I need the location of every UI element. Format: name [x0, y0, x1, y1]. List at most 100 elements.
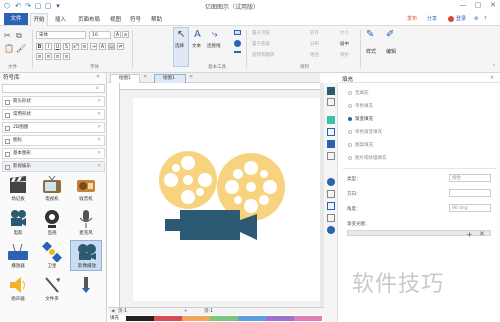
copy-icon[interactable]: ⧉ — [16, 31, 22, 41]
bold-icon[interactable]: B — [36, 43, 43, 50]
help-icon[interactable]: ? — [484, 14, 487, 24]
fill-option-solid[interactable]: 单色填充 — [348, 103, 373, 109]
font-name-select[interactable]: 宋体 — [36, 31, 86, 39]
image-panel-icon[interactable] — [327, 128, 335, 136]
fill-option-pattern[interactable]: 图案填充 — [348, 142, 373, 148]
connector-tool-icon[interactable]: ⤷ — [212, 29, 218, 40]
justify-icon[interactable]: ≡ — [63, 53, 70, 60]
style-button-label[interactable]: 样式 — [366, 48, 376, 55]
color-swatches[interactable] — [126, 316, 322, 321]
align-left-icon[interactable]: ≡ — [36, 53, 43, 60]
underline-icon[interactable]: U — [54, 43, 61, 50]
add-stop-icon[interactable]: + — [466, 230, 473, 239]
tab-close-icon[interactable]: ✕ — [189, 74, 193, 80]
align-right-icon[interactable]: ≡ — [54, 53, 61, 60]
line-style-icon[interactable] — [234, 51, 241, 53]
cut-icon[interactable]: ✂ — [4, 31, 11, 40]
panel-close-icon[interactable]: ✕ — [490, 75, 494, 81]
shadow-panel-icon[interactable] — [327, 116, 335, 124]
symbol-radio[interactable]: 收音机 — [71, 174, 101, 204]
symbol-player[interactable]: 播放器 — [3, 241, 33, 271]
publish-link[interactable]: 发布 — [407, 14, 417, 24]
symbol-microphone[interactable]: 麦克风 — [71, 208, 101, 238]
layer-panel-icon[interactable] — [327, 140, 335, 148]
align-button[interactable]: 对齐 — [310, 30, 319, 36]
redo-icon[interactable]: ↷ — [24, 2, 32, 10]
document-tab-1[interactable]: 绘图1 — [110, 74, 140, 83]
symbol-film[interactable]: 电影 — [3, 208, 33, 238]
drawing-page[interactable] — [133, 98, 320, 301]
gradient-angle-input[interactable]: 90 deg — [449, 204, 491, 212]
protect-button[interactable]: 保护 — [340, 52, 349, 58]
collapse-ribbon-icon[interactable]: ⌃ — [492, 64, 496, 70]
rotate-flip-button[interactable]: 旋转和翻转 — [252, 52, 275, 58]
tab-start[interactable]: 开始 — [30, 13, 48, 26]
category-arrows[interactable]: 箭头形状 ✕ — [2, 96, 105, 107]
edit-button-label[interactable]: 编辑 — [386, 48, 396, 55]
font-size-select[interactable]: 10 — [89, 31, 111, 39]
color-palette[interactable]: 填充 — [108, 315, 324, 322]
group-button[interactable]: 组合 — [310, 52, 319, 58]
style-icon[interactable]: ✎ — [366, 29, 374, 40]
category-2d[interactable]: 2D图图 ✕ — [2, 122, 105, 133]
page-selector[interactable]: 页-1 — [118, 308, 127, 315]
strikethrough-icon[interactable]: S — [63, 43, 70, 50]
text-tool-icon[interactable]: A — [194, 29, 201, 40]
italic-icon[interactable]: I — [45, 43, 52, 50]
bullets-icon[interactable]: ≡ — [81, 43, 88, 50]
undo-icon[interactable]: ↶ — [14, 2, 22, 10]
fill-option-none[interactable]: 无填充 — [348, 90, 369, 96]
library-search-input[interactable] — [2, 84, 105, 93]
highlight-icon[interactable]: ▤ — [108, 43, 115, 50]
superscript-icon[interactable]: x² — [72, 43, 79, 50]
share-link[interactable]: 分享 — [427, 14, 437, 24]
edit-icon[interactable]: ✐ — [386, 29, 394, 40]
bring-to-front-button[interactable]: 置于顶层 — [252, 30, 270, 36]
connector-tool-label[interactable]: 连接线 — [207, 43, 221, 49]
video-player-shape[interactable] — [133, 98, 320, 301]
symbol-tv[interactable]: 电视机 — [37, 174, 67, 204]
login-link[interactable]: 登录 — [456, 14, 466, 24]
symbol-video-player-selected[interactable]: 影像播放 — [70, 240, 102, 271]
page-panel-icon[interactable] — [327, 152, 335, 160]
align-center-icon[interactable]: ≡ — [45, 53, 52, 60]
search-icon[interactable]: ⌕ — [96, 85, 99, 91]
gradient-direction-select[interactable] — [449, 189, 491, 197]
distribute-button[interactable]: 分布 — [310, 41, 319, 47]
tab-page-layout[interactable]: 页面布局 — [78, 15, 100, 25]
fill-option-picture[interactable]: 图片或纹理填充 — [348, 155, 387, 161]
remove-stop-icon[interactable]: ✕ — [479, 230, 485, 238]
category-basic-shapes[interactable]: 基本图形 ✕ — [2, 148, 105, 159]
settings-icon[interactable]: ⚙ — [474, 14, 478, 24]
customize-icon[interactable]: ▾ — [54, 2, 62, 10]
symbol-speaker[interactable]: 扬声器 — [3, 274, 33, 304]
font-color-icon[interactable]: A — [99, 43, 106, 50]
symbol-brush[interactable] — [71, 274, 101, 304]
symbol-webcam[interactable]: 监视 — [37, 208, 67, 238]
send-to-back-button[interactable]: 置于底层 — [252, 41, 270, 47]
hyperlink-panel-icon[interactable] — [327, 202, 335, 210]
gradient-type-select[interactable]: 线性 — [449, 174, 491, 182]
tab-symbol[interactable]: 符号 — [130, 15, 141, 25]
tab-insert[interactable]: 插入 — [55, 15, 66, 25]
fill-panel-icon[interactable] — [327, 87, 335, 95]
symbol-satellite[interactable]: 卫星 — [37, 241, 67, 271]
help-panel-icon[interactable] — [327, 226, 335, 234]
line-panel-icon[interactable] — [327, 98, 335, 106]
tab-close-icon[interactable]: ✕ — [143, 74, 147, 80]
add-page-icon[interactable]: + — [184, 308, 188, 315]
rectangle-shape-icon[interactable] — [234, 30, 241, 35]
category-icons[interactable]: 图标 ✕ — [2, 135, 105, 146]
maximize-icon[interactable]: ▢ — [471, 0, 485, 11]
attachment-panel-icon[interactable] — [327, 190, 335, 198]
category-common-shapes[interactable]: 常用形状 ✕ — [2, 109, 105, 120]
symbol-folder[interactable]: 文件夹 — [37, 274, 67, 304]
align-text-icon[interactable]: ⇌ — [117, 43, 124, 50]
note-panel-icon[interactable] — [327, 214, 335, 222]
minimize-icon[interactable]: — — [456, 0, 470, 11]
open-icon[interactable]: ▢ — [44, 2, 52, 10]
category-entertainment[interactable]: 影视娱乐 ✕ — [2, 161, 105, 172]
center-button[interactable]: 居中 — [340, 41, 349, 47]
new-icon[interactable]: ▢ — [34, 2, 42, 10]
increase-font-icon[interactable]: A — [114, 31, 121, 38]
